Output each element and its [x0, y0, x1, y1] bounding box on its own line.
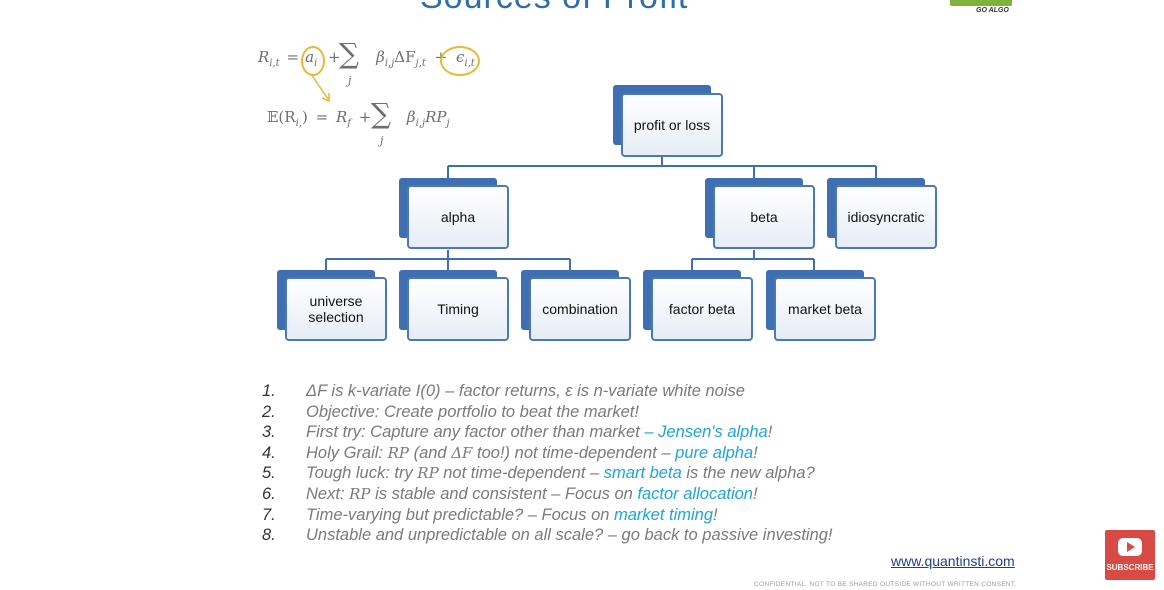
note-fragment: (and [409, 443, 452, 462]
node-label-alpha: alpha [407, 185, 509, 249]
note-item: 5. Tough luck: try RP not time-dependent … [262, 464, 833, 485]
note-fragment: not time-dependent – [438, 464, 604, 483]
note-number: 2. [262, 402, 276, 421]
node-label-factor-beta: factor beta [651, 277, 753, 341]
node-label-timing: Timing [407, 277, 509, 341]
confidential-notice: CONFIDENTIAL. NOT TO BE SHARED OUTSIDE W… [754, 581, 1017, 588]
subscribe-button[interactable]: SUBSCRIBE [1105, 530, 1155, 580]
note-text: Time-varying but predictable? – Focus on… [306, 506, 718, 527]
note-item: 8. Unstable and unpredictable on all scal… [262, 526, 833, 547]
note-fragment: Unstable and unpredictable on all scale?… [306, 526, 833, 545]
note-fragment: Time-varying but predictable? – Focus on [306, 505, 615, 524]
note-number: 5. [262, 464, 276, 483]
note-highlight: factor allocation [637, 484, 753, 503]
note-fragment: RP [349, 484, 371, 503]
note-number: 4. [262, 443, 276, 462]
note-text: Tough luck: try RP not time-dependent – … [306, 464, 815, 485]
node-label-combination: combination [529, 277, 631, 341]
note-fragment: ! [752, 484, 758, 503]
note-item: 2. Objective: Create portfolio to beat th… [262, 403, 833, 424]
note-fragment: ! [767, 423, 773, 442]
note-fragment: is the new alpha? [681, 464, 815, 483]
note-text: First try: Capture any factor other than… [306, 423, 772, 444]
note-fragment: ! [713, 505, 718, 524]
note-number: 1. [262, 382, 276, 400]
note-item: 6. Next: RP is stable and consistent – Fo… [262, 485, 833, 506]
note-highlight: smart beta [603, 464, 682, 483]
note-item: 7. Time-varying but predictable? – Focus … [262, 506, 833, 527]
note-item: 1. ΔF is k-variate I(0) – factor returns,… [262, 382, 833, 403]
note-fragment: RP [387, 443, 409, 462]
note-fragment: ! [753, 443, 758, 462]
note-number: 8. [262, 526, 276, 545]
note-fragment: too!) not time-dependent – [472, 443, 676, 462]
note-fragment: Tough luck: try [306, 464, 418, 483]
node-label-universe-selection: universe selection [285, 277, 387, 341]
note-fragment: Next: [306, 484, 350, 503]
node-label-idiosyncratic: idiosyncratic [835, 185, 937, 249]
note-item: 3. First try: Capture any factor other th… [262, 423, 833, 444]
note-highlight: market timing [614, 505, 714, 524]
note-highlight: – Jensen's alpha [644, 423, 768, 442]
website-link[interactable]: www.quantinsti.com [891, 553, 1015, 569]
note-number: 7. [262, 505, 276, 524]
note-text: Next: RP is stable and consistent – Focu… [306, 485, 758, 506]
note-fragment: RP [417, 464, 439, 483]
youtube-play-icon [1118, 538, 1142, 556]
subscribe-label: SUBSCRIBE [1106, 563, 1154, 572]
note-text: ΔF is k-variate I(0) – factor returns, ε… [306, 382, 745, 403]
numbered-notes-list: 1. ΔF is k-variate I(0) – factor returns,… [262, 382, 833, 547]
note-fragment: Objective: Create portfolio to beat the … [306, 402, 639, 421]
note-number: 6. [262, 484, 276, 503]
note-text: Holy Grail: RP (and ΔF too!) not time-de… [306, 444, 758, 465]
note-text: Objective: Create portfolio to beat the … [306, 403, 639, 424]
note-number: 3. [262, 423, 276, 442]
node-label-beta: beta [713, 185, 815, 249]
note-text: Unstable and unpredictable on all scale?… [306, 526, 833, 547]
node-label-market-beta: market beta [774, 277, 876, 341]
slide: Sources of Profit GO ALGO Ri,t =ai + βi,… [0, 0, 1164, 590]
note-highlight: pure alpha [675, 443, 754, 462]
node-label-profit-or-loss: profit or loss [621, 93, 723, 157]
note-fragment: First try: Capture any factor other than… [306, 423, 645, 442]
note-fragment: Holy Grail: [306, 443, 388, 462]
note-item: 4. Holy Grail: RP (and ΔF too!) not time-… [262, 444, 833, 465]
note-fragment: ΔF [451, 443, 473, 462]
note-fragment: is stable and consistent – Focus on [370, 484, 638, 503]
note-fragment: ΔF is k-variate I(0) – factor returns, ε… [306, 382, 745, 400]
